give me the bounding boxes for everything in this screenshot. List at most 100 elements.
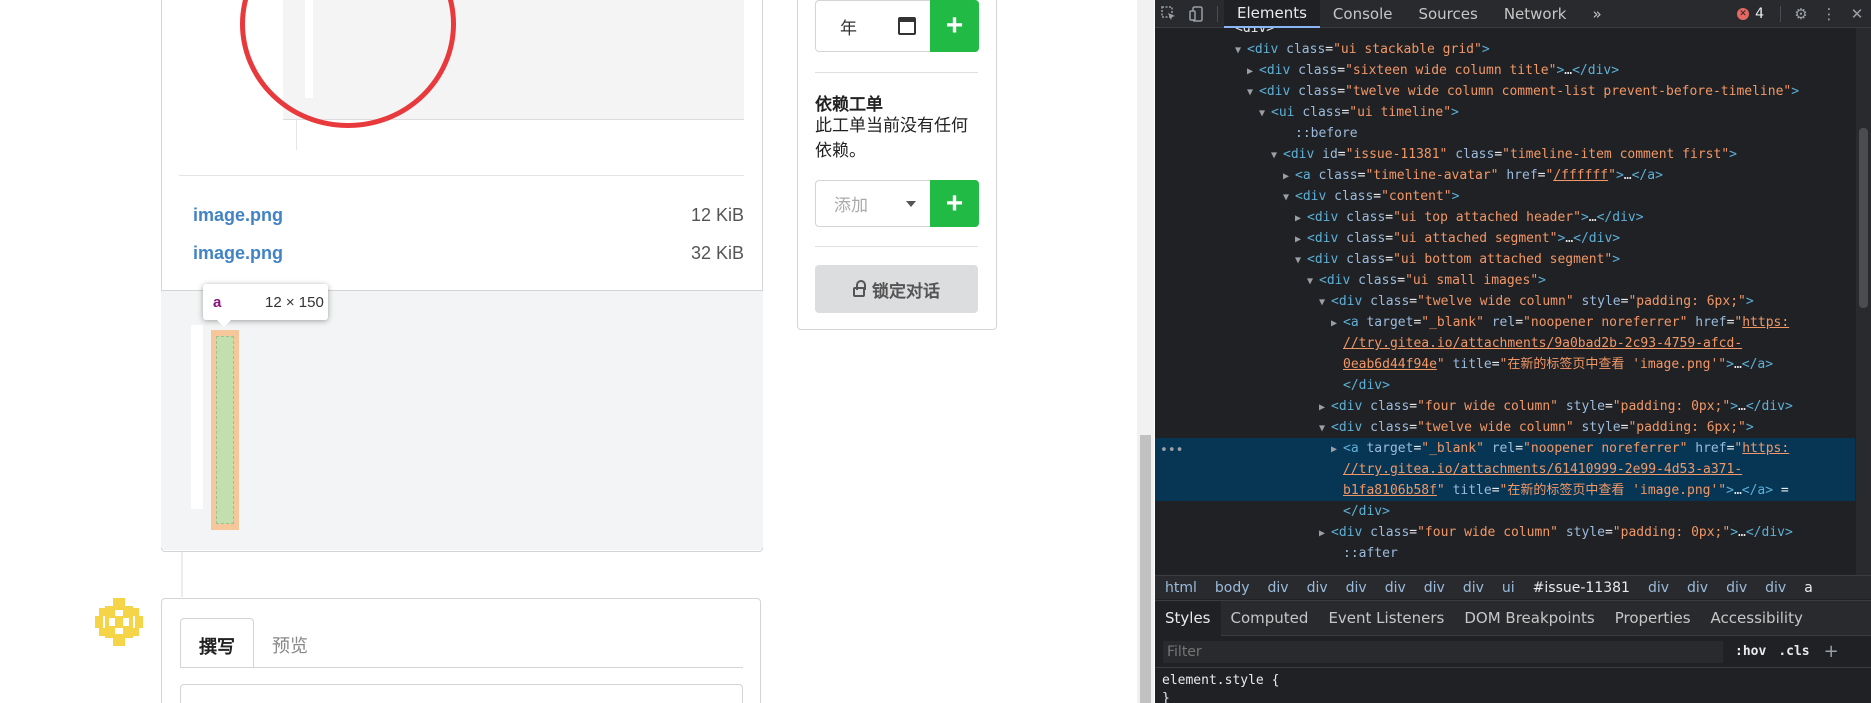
- collapsed-triangle-icon[interactable]: ▶: [1319, 523, 1331, 543]
- add-deadline-button[interactable]: +: [930, 0, 979, 52]
- add-dependency-button[interactable]: +: [930, 180, 979, 227]
- dom-node-line[interactable]: //try.gitea.io/attachments/61410999-2e99…: [1155, 459, 1855, 480]
- collapsed-triangle-icon[interactable]: ▶: [1247, 61, 1259, 81]
- breadcrumb-item[interactable]: div: [1687, 580, 1708, 596]
- breadcrumb-item[interactable]: div: [1765, 580, 1786, 596]
- breadcrumb-item[interactable]: body: [1215, 580, 1250, 596]
- collapsed-triangle-icon[interactable]: ▶: [1319, 397, 1331, 417]
- expanded-triangle-icon[interactable]: ▼: [1247, 82, 1259, 102]
- dom-node-line[interactable]: 0eab6d44f94e" title="在新的标签页中查看 'image.pn…: [1155, 354, 1855, 375]
- cls-toggle[interactable]: .cls: [1778, 644, 1809, 659]
- dom-node-line[interactable]: ▶ <a class="timeline-avatar" href="/fffff…: [1155, 165, 1855, 186]
- breadcrumb-item[interactable]: html: [1165, 580, 1197, 596]
- collapsed-triangle-icon[interactable]: ▶: [1295, 208, 1307, 228]
- dom-node-line[interactable]: ▼ <div class="twelve wide column" style="…: [1155, 417, 1855, 438]
- collapsed-triangle-icon[interactable]: ▶: [1331, 313, 1343, 333]
- tab-computed[interactable]: Computed: [1221, 601, 1319, 636]
- inspect-element-icon[interactable]: [1155, 0, 1183, 28]
- more-tabs-button[interactable]: »: [1579, 0, 1614, 28]
- expanded-triangle-icon[interactable]: ▼: [1235, 40, 1247, 60]
- element-style-rule[interactable]: element.style {: [1162, 673, 1279, 688]
- dom-node-line[interactable]: ▶ <div class="four wide column" style="pa…: [1155, 522, 1855, 543]
- dom-node-line[interactable]: </div>: [1155, 501, 1855, 522]
- dom-node-line[interactable]: ▼ <ui class="ui timeline">: [1155, 102, 1855, 123]
- tab-properties[interactable]: Properties: [1605, 601, 1701, 636]
- dom-node-line[interactable]: ▼ <div class="ui stackable grid">: [1155, 39, 1855, 60]
- dom-node-line[interactable]: ::before: [1155, 123, 1855, 144]
- dom-node-line[interactable]: ▼ <div id="issue-11381" class="timeline-i…: [1155, 144, 1855, 165]
- tab-elements[interactable]: Elements: [1224, 0, 1320, 28]
- tab-preview[interactable]: 预览: [254, 618, 326, 668]
- dom-node-line[interactable]: ▼ <div class="ui bottom attached segment"…: [1155, 249, 1855, 270]
- expanded-triangle-icon[interactable]: ▼: [1283, 187, 1295, 207]
- attachment-link[interactable]: image.png: [193, 243, 283, 264]
- lock-conversation-button[interactable]: 锁定对话: [815, 265, 978, 313]
- dom-node-markup: <div class="four wide column" style="pad…: [1331, 525, 1793, 540]
- expanded-triangle-icon[interactable]: ▼: [1295, 250, 1307, 270]
- settings-gear-icon[interactable]: ⚙: [1787, 0, 1815, 28]
- expanded-triangle-icon[interactable]: ▼: [1319, 292, 1331, 312]
- dom-node-line[interactable]: ▶ <div class="sixteen wide column title">…: [1155, 60, 1855, 81]
- dom-node-line[interactable]: b1fa8106b58f" title="在新的标签页中查看 'image.pn…: [1155, 480, 1855, 501]
- breadcrumb-item[interactable]: div: [1307, 580, 1328, 596]
- breadcrumb-item[interactable]: #issue-11381: [1533, 580, 1630, 596]
- dom-tree[interactable]: <div> ▼ <div class="ui stackable grid"> ▶ <d…: [1155, 28, 1855, 575]
- tab-network[interactable]: Network: [1491, 0, 1580, 28]
- new-style-rule-icon[interactable]: +: [1824, 641, 1839, 662]
- more-options-icon[interactable]: ⋮: [1815, 0, 1843, 28]
- dom-node-line[interactable]: ▶ <a target="_blank" rel="noopener norefe…: [1155, 312, 1855, 333]
- tab-console[interactable]: Console: [1320, 0, 1406, 28]
- dom-node-line[interactable]: ▶ <div class="ui attached segment">…</div…: [1155, 228, 1855, 249]
- breadcrumb-item[interactable]: div: [1648, 580, 1669, 596]
- comment-textarea[interactable]: [180, 684, 743, 703]
- dom-node-line[interactable]: ▶ <div class="four wide column" style="pa…: [1155, 396, 1855, 417]
- breadcrumb-item[interactable]: div: [1268, 580, 1289, 596]
- breadcrumb-item[interactable]: div: [1424, 580, 1445, 596]
- tab-write[interactable]: 撰写: [180, 618, 254, 668]
- breadcrumb-item[interactable]: div: [1463, 580, 1484, 596]
- tab-dom-breakpoints[interactable]: DOM Breakpoints: [1454, 601, 1604, 636]
- expanded-triangle-icon[interactable]: ▼: [1271, 145, 1283, 165]
- tab-accessibility[interactable]: Accessibility: [1701, 601, 1813, 636]
- expanded-triangle-icon[interactable]: ▼: [1307, 271, 1319, 291]
- selected-node-dots-icon[interactable]: •••: [1160, 443, 1183, 458]
- image-thumbnail[interactable]: [191, 325, 203, 509]
- device-toolbar-icon[interactable]: [1183, 0, 1211, 28]
- breadcrumb-item[interactable]: ui: [1502, 580, 1515, 596]
- breadcrumb-item[interactable]: div: [1385, 580, 1406, 596]
- dom-node-line[interactable]: //try.gitea.io/attachments/9a0bad2b-2c93…: [1155, 333, 1855, 354]
- dom-node-line[interactable]: <div>: [1155, 28, 1855, 39]
- dom-node-line[interactable]: ▼ <div class="twelve wide column comment-…: [1155, 81, 1855, 102]
- dom-tree-scrollbar[interactable]: [1856, 28, 1871, 575]
- collapsed-triangle-icon[interactable]: ▶: [1295, 229, 1307, 249]
- breadcrumb-item[interactable]: div: [1726, 580, 1747, 596]
- dom-node-line[interactable]: </div>: [1155, 375, 1855, 396]
- avatar[interactable]: [93, 596, 145, 648]
- calendar-icon[interactable]: [898, 17, 916, 35]
- tab-sources[interactable]: Sources: [1405, 0, 1490, 28]
- scrollbar-thumb[interactable]: [1859, 128, 1868, 308]
- add-dependency-select[interactable]: 添加: [815, 180, 930, 227]
- hov-toggle[interactable]: :hov: [1735, 644, 1766, 659]
- collapsed-triangle-icon[interactable]: ▶: [1331, 439, 1343, 459]
- dom-node-line[interactable]: ::after: [1155, 543, 1855, 564]
- page-scrollbar[interactable]: [1137, 0, 1154, 703]
- tab-event-listeners[interactable]: Event Listeners: [1318, 601, 1454, 636]
- dom-node-line[interactable]: ▼ <div class="content">: [1155, 186, 1855, 207]
- breadcrumb-item[interactable]: a: [1804, 580, 1813, 596]
- dom-node-line[interactable]: ▼ <div class="ui small images">: [1155, 270, 1855, 291]
- expanded-triangle-icon[interactable]: ▼: [1319, 418, 1331, 438]
- dom-node-line[interactable]: ▶ <div class="ui top attached header">…</…: [1155, 207, 1855, 228]
- dom-node-line[interactable]: ▼ <div class="twelve wide column" style="…: [1155, 291, 1855, 312]
- styles-filter-input[interactable]: [1163, 640, 1723, 663]
- breadcrumb-item[interactable]: div: [1346, 580, 1367, 596]
- collapsed-triangle-icon[interactable]: ▶: [1283, 166, 1295, 186]
- scrollbar-thumb[interactable]: [1140, 435, 1151, 703]
- error-counter[interactable]: ✕ 4: [1737, 6, 1764, 22]
- tab-styles[interactable]: Styles: [1155, 600, 1221, 636]
- attachment-link[interactable]: image.png: [193, 205, 283, 226]
- deadline-date-input[interactable]: 年: [815, 0, 930, 52]
- expanded-triangle-icon[interactable]: ▼: [1259, 103, 1271, 123]
- dom-node-line[interactable]: ▶ <a target="_blank" rel="noopener norefe…: [1155, 438, 1855, 459]
- close-icon[interactable]: ✕: [1843, 0, 1871, 28]
